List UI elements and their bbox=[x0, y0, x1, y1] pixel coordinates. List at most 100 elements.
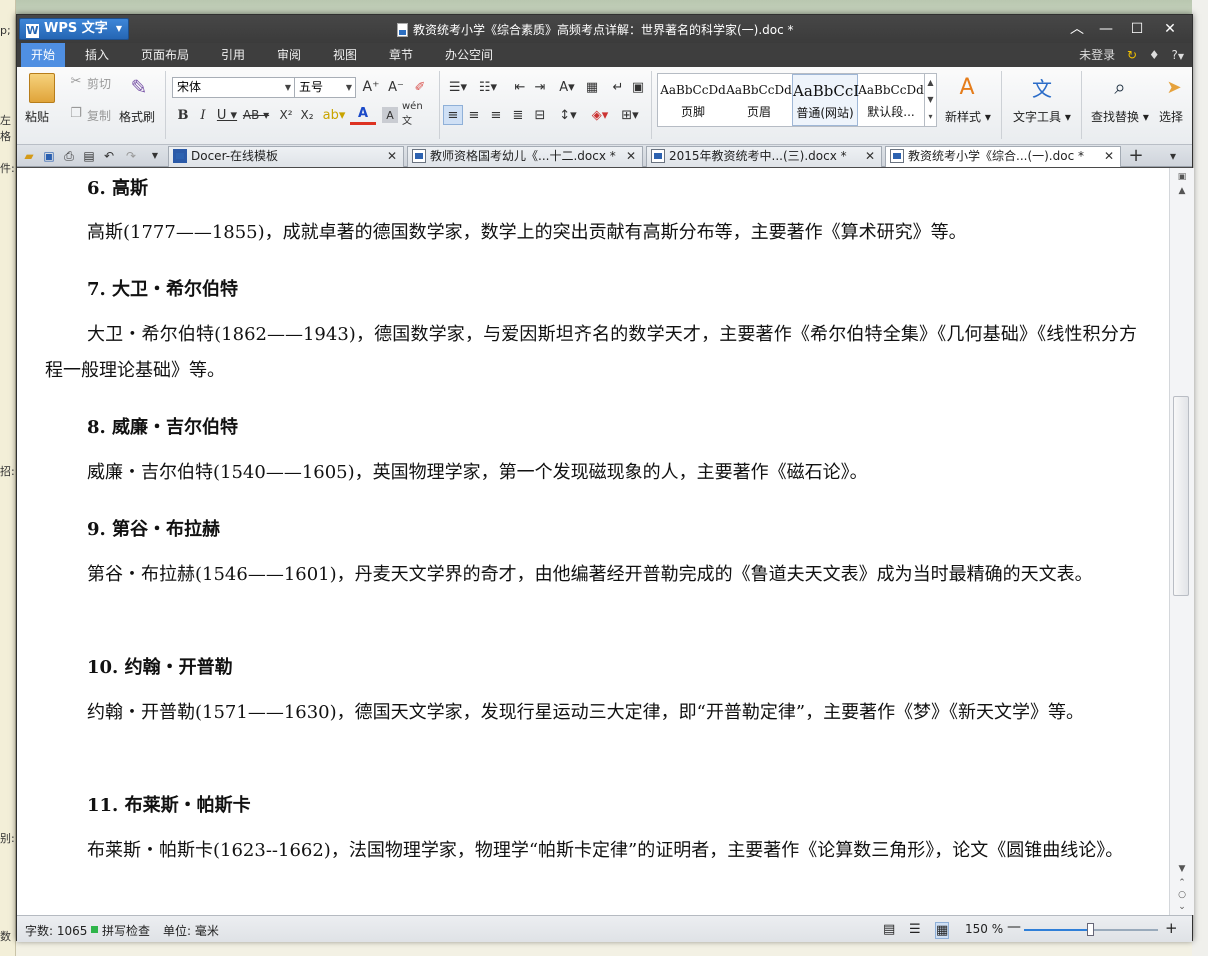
font-color-icon[interactable]: A bbox=[350, 105, 376, 125]
style-default-paragraph[interactable]: AaBbCcDd 默认段... bbox=[858, 74, 924, 126]
tab-list-icon[interactable]: ▾ bbox=[1165, 148, 1181, 164]
tab-document[interactable]: 2015年教资统考中...(三).docx * ✕ bbox=[646, 146, 882, 167]
copy-icon[interactable]: ❐ bbox=[69, 105, 83, 121]
superscript-icon[interactable]: X² bbox=[277, 105, 295, 125]
spell-check-toggle[interactable]: 拼写检查 bbox=[102, 922, 150, 939]
outline-view-icon[interactable]: ☰ bbox=[909, 922, 921, 937]
menu-home[interactable]: 开始 bbox=[21, 43, 66, 67]
align-right-icon[interactable]: ≡ bbox=[487, 105, 505, 125]
menu-insert[interactable]: 插入 bbox=[75, 43, 119, 67]
decrease-indent-icon[interactable]: ⇤ bbox=[511, 77, 529, 97]
close-tab-icon[interactable]: ✕ bbox=[626, 147, 636, 166]
paragraph-settings-icon[interactable]: ▣ bbox=[629, 77, 647, 97]
paste-label[interactable]: 粘贴 bbox=[25, 108, 49, 125]
redo-icon[interactable]: ↷ bbox=[123, 148, 139, 164]
close-tab-icon[interactable]: ✕ bbox=[387, 147, 397, 166]
bold-icon[interactable]: B bbox=[175, 105, 191, 125]
strikethrough-icon[interactable]: AB ▾ bbox=[241, 105, 271, 125]
highlight-icon[interactable]: ab▾ bbox=[321, 105, 347, 125]
tab-docer-templates[interactable]: Docer-在线模板 ✕ bbox=[168, 146, 404, 167]
phonetic-guide-icon[interactable]: wén文 bbox=[402, 101, 428, 127]
font-name-select[interactable]: 宋体 ▼ bbox=[172, 77, 295, 98]
open-icon[interactable]: ▰ bbox=[21, 148, 37, 164]
new-tab-icon[interactable]: + bbox=[1128, 147, 1144, 165]
align-center-icon[interactable]: ≡ bbox=[465, 105, 483, 125]
scroll-down-icon[interactable]: ▼ bbox=[1175, 864, 1189, 874]
italic-icon[interactable]: I bbox=[195, 105, 211, 125]
format-painter-icon[interactable]: ✎ bbox=[129, 75, 149, 99]
borders-icon[interactable]: ⊞▾ bbox=[617, 105, 643, 125]
zoom-out-icon[interactable]: — bbox=[1007, 919, 1021, 935]
document-page[interactable]: 6. 高斯 高斯(1777——1855)，成就卓著的德国数学家，数学上的突出贡献… bbox=[17, 168, 1169, 915]
distribute-icon[interactable]: ⊟ bbox=[531, 105, 549, 125]
word-count[interactable]: 字数: 1065 bbox=[25, 922, 87, 939]
print-preview-icon[interactable]: ▤ bbox=[81, 148, 97, 164]
justify-icon[interactable]: ≣ bbox=[509, 105, 527, 125]
select-icon[interactable]: ➤ bbox=[1166, 73, 1181, 101]
cut-icon[interactable]: ✂ bbox=[69, 73, 83, 89]
shrink-font-icon[interactable]: A⁻ bbox=[387, 77, 405, 97]
menu-chapter[interactable]: 章节 bbox=[379, 43, 423, 67]
scrollbar-thumb[interactable] bbox=[1173, 396, 1189, 596]
menu-office-space[interactable]: 办公空间 bbox=[435, 43, 503, 67]
format-painter-label[interactable]: 格式刷 bbox=[119, 108, 155, 125]
style-footer[interactable]: AaBbCcDd 页脚 bbox=[660, 74, 726, 126]
login-link[interactable]: 未登录 bbox=[1079, 48, 1115, 62]
line-spacing-icon[interactable]: ↕▾ bbox=[555, 105, 581, 125]
table-grid-icon[interactable]: ▦ bbox=[583, 77, 601, 97]
underline-icon[interactable]: U ▾ bbox=[215, 105, 239, 125]
paragraph-mark-icon[interactable]: ↵ bbox=[609, 77, 627, 97]
scroll-up-icon[interactable]: ▲ bbox=[1175, 186, 1189, 196]
text-tools-icon[interactable]: 文 bbox=[1029, 73, 1055, 101]
close-button[interactable]: ✕ bbox=[1160, 19, 1180, 39]
subscript-icon[interactable]: X₂ bbox=[298, 105, 316, 125]
menu-view[interactable]: 视图 bbox=[323, 43, 367, 67]
web-view-icon[interactable]: ▦ bbox=[935, 922, 950, 939]
menu-review[interactable]: 审阅 bbox=[267, 43, 311, 67]
copy-label[interactable]: 复制 bbox=[87, 107, 111, 124]
browse-object-icon[interactable]: ○ bbox=[1175, 890, 1189, 900]
page-view-icon[interactable]: ▤ bbox=[883, 922, 895, 937]
paste-icon[interactable] bbox=[29, 73, 55, 103]
next-page-icon[interactable]: ⌄ bbox=[1175, 902, 1189, 912]
zoom-slider-thumb[interactable] bbox=[1087, 923, 1094, 936]
numbered-list-icon[interactable]: ☷▾ bbox=[475, 77, 501, 97]
select-label[interactable]: 选择 bbox=[1159, 108, 1183, 125]
grow-font-icon[interactable]: A⁺ bbox=[362, 77, 380, 97]
tab-document[interactable]: 教师资格国考幼儿《...十二.docx * ✕ bbox=[407, 146, 643, 167]
collapse-ribbon-button[interactable]: ︿ bbox=[1067, 19, 1087, 39]
zoom-slider[interactable] bbox=[1024, 923, 1158, 936]
shading-icon[interactable]: ◈▾ bbox=[587, 105, 613, 125]
style-normal-web[interactable]: AaBbCcI 普通(网站) bbox=[792, 74, 859, 126]
increase-indent-icon[interactable]: ⇥ bbox=[531, 77, 549, 97]
maximize-button[interactable]: ☐ bbox=[1127, 19, 1147, 39]
text-tools-label[interactable]: 文字工具 ▾ bbox=[1013, 108, 1071, 125]
font-size-select[interactable]: 五号 ▼ bbox=[294, 77, 356, 98]
tab-active-document[interactable]: 教资统考小学《综合...(一).doc * ✕ bbox=[885, 146, 1121, 167]
dropdown-arrow-icon[interactable]: ▼ bbox=[1178, 52, 1184, 61]
bullet-list-icon[interactable]: ☰▾ bbox=[445, 77, 471, 97]
align-left-icon[interactable]: ≡ bbox=[443, 105, 463, 125]
new-style-icon[interactable]: A bbox=[952, 73, 982, 101]
vertical-scrollbar[interactable]: ▣ ▲ ▼ ⌃ ○ ⌄ bbox=[1169, 168, 1194, 915]
style-header[interactable]: AaBbCcDd 页眉 bbox=[726, 74, 792, 126]
minimize-button[interactable]: — bbox=[1096, 19, 1116, 39]
cut-label[interactable]: 剪切 bbox=[87, 75, 111, 92]
skin-icon[interactable]: ↻ bbox=[1127, 48, 1137, 62]
binoculars-icon[interactable]: ⌕ bbox=[1107, 73, 1133, 101]
wps-app-menu-button[interactable]: W WPS 文字 ▼ bbox=[19, 18, 129, 40]
find-replace-label[interactable]: 查找替换 ▾ bbox=[1091, 108, 1149, 125]
menu-references[interactable]: 引用 bbox=[211, 43, 255, 67]
new-style-label[interactable]: 新样式 ▾ bbox=[945, 108, 991, 125]
chinese-layout-icon[interactable]: A▾ bbox=[555, 77, 579, 97]
save-icon[interactable]: ▣ bbox=[41, 148, 57, 164]
style-gallery-scroll[interactable]: ▲ ▼ ▾ bbox=[924, 74, 936, 126]
close-tab-icon[interactable]: ✕ bbox=[1104, 147, 1114, 166]
split-view-icon[interactable]: ▣ bbox=[1175, 172, 1189, 182]
close-tab-icon[interactable]: ✕ bbox=[865, 147, 875, 166]
print-icon[interactable]: ⎙ bbox=[61, 148, 77, 164]
menu-page-layout[interactable]: 页面布局 bbox=[131, 43, 199, 67]
undo-icon[interactable]: ↶ bbox=[101, 148, 117, 164]
previous-page-icon[interactable]: ⌃ bbox=[1175, 878, 1189, 888]
shirt-icon[interactable]: ♦ bbox=[1149, 48, 1160, 62]
